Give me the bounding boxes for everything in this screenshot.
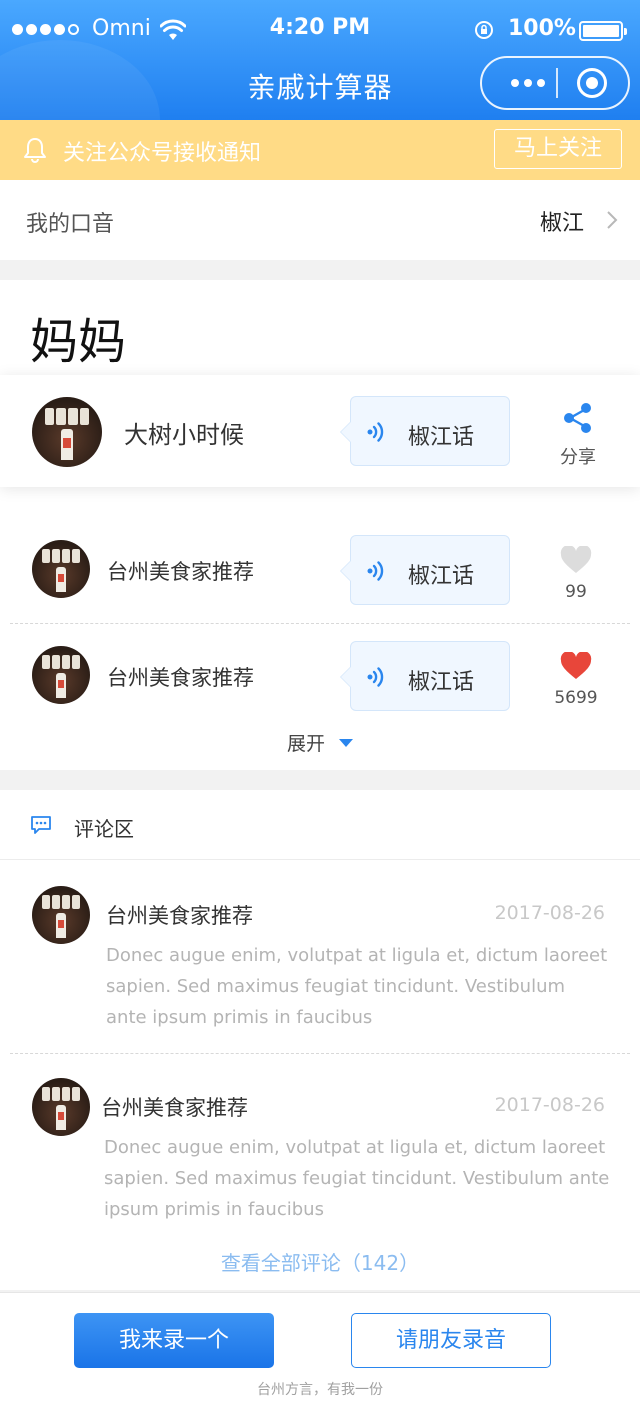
comments-section: 评论区 台州美食家推荐 2017-08-26 Donec augue enim,…: [0, 790, 640, 1290]
like-count: 5699: [554, 688, 598, 708]
comment-date: 2017-08-26: [494, 902, 605, 924]
featured-recording: 大树小时候 椒江话 分享: [0, 375, 640, 487]
avatar[interactable]: [32, 886, 90, 944]
dialect-label: 椒江话: [408, 670, 475, 695]
expand-label: 展开: [286, 733, 325, 755]
like-count: 99: [565, 582, 587, 602]
list-item: 台州美食家推荐 椒江话 5699: [0, 626, 640, 726]
footer-slogan: 台州方言，有我一份: [257, 1382, 383, 1398]
battery-icon: [579, 21, 627, 41]
mini-program-capsule: [480, 56, 630, 110]
battery-percentage: 100%: [508, 16, 576, 41]
rotation-lock-icon: [475, 21, 493, 39]
comment-text: Donec augue enim, volutpat at ligula et,…: [104, 1137, 610, 1220]
recording-user-name: 台州美食家推荐: [107, 666, 254, 690]
more-icon[interactable]: [500, 58, 556, 108]
comment-item: 台州美食家推荐 2017-08-26 Donec augue enim, vol…: [0, 1052, 640, 1232]
share-label: 分享: [560, 447, 596, 468]
word-panel: 妈妈 大树小时候 椒江话 分享 台州美食家推荐 椒江话 99 台州美食家推荐 椒…: [0, 280, 640, 770]
capsule-divider: [556, 68, 558, 98]
recording-user-name: 台州美食家推荐: [107, 560, 254, 584]
comment-item: 台州美食家推荐 2017-08-26 Donec augue enim, vol…: [0, 860, 640, 1040]
header: Omni 4:20 PM 100% 亲戚计算器: [0, 0, 640, 120]
voice-play-button[interactable]: 椒江话: [340, 641, 510, 711]
share-button[interactable]: 分享: [553, 401, 603, 468]
expand-button[interactable]: 展开: [0, 729, 640, 756]
sound-wave-icon: [367, 422, 384, 442]
share-icon: [564, 403, 591, 433]
comments-title: 评论区: [74, 817, 134, 841]
my-accent-row[interactable]: 我的口音 椒江: [0, 180, 640, 260]
status-bar: Omni 4:20 PM 100%: [0, 0, 640, 60]
dialect-label: 椒江话: [408, 425, 475, 450]
avatar[interactable]: [32, 397, 102, 467]
close-target-icon[interactable]: [577, 68, 607, 98]
list-item: 台州美食家推荐 椒江话 99: [0, 520, 640, 620]
follow-notice-bar: 关注公众号接收通知 马上关注: [0, 120, 640, 180]
notice-text: 关注公众号接收通知: [63, 141, 262, 166]
featured-user-name: 大树小时候: [124, 421, 244, 449]
voice-play-button[interactable]: 椒江话: [340, 396, 510, 466]
invite-friend-button[interactable]: 请朋友录音: [351, 1313, 551, 1368]
bell-icon: [24, 138, 46, 163]
comment-author: 台州美食家推荐: [101, 1096, 248, 1120]
chevron-right-icon: [607, 211, 618, 229]
voice-play-button[interactable]: 椒江话: [340, 535, 510, 605]
divider: [10, 623, 630, 624]
avatar[interactable]: [32, 646, 90, 704]
sound-wave-icon: [367, 561, 384, 581]
avatar[interactable]: [32, 1078, 90, 1136]
my-accent-value: 椒江: [539, 211, 584, 236]
heart-icon[interactable]: [560, 652, 592, 680]
record-button[interactable]: 我来录一个: [74, 1313, 274, 1368]
dialect-label: 椒江话: [408, 564, 475, 589]
comment-author: 台州美食家推荐: [106, 904, 253, 928]
follow-now-button[interactable]: 马上关注: [494, 129, 622, 169]
comment-icon: [31, 816, 51, 834]
heart-icon[interactable]: [560, 546, 592, 574]
footer-bar: 我来录一个 请朋友录音 台州方言，有我一份: [0, 1292, 640, 1412]
my-accent-label: 我的口音: [26, 212, 115, 237]
comment-date: 2017-08-26: [494, 1094, 605, 1116]
comment-text: Donec augue enim, volutpat at ligula et,…: [106, 945, 608, 1028]
avatar[interactable]: [32, 540, 90, 598]
comments-header: 评论区: [0, 790, 640, 860]
caret-down-icon: [339, 739, 353, 747]
sound-wave-icon: [367, 667, 384, 687]
relative-term: 妈妈: [30, 314, 127, 370]
view-all-comments-link[interactable]: 查看全部评论（142）: [0, 1247, 640, 1276]
